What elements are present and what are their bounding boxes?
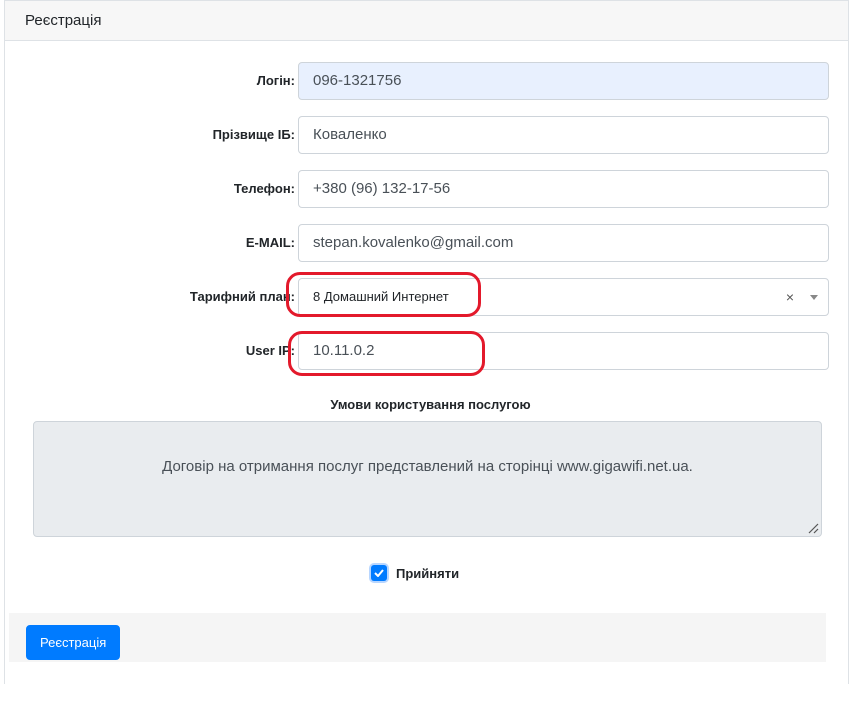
chevron-down-icon[interactable] bbox=[810, 295, 818, 300]
login-value: 096-1321756 bbox=[313, 72, 402, 89]
terms-textarea[interactable]: Договір на отримання послуг представлени… bbox=[33, 421, 822, 537]
card-header: Реєстрація bbox=[5, 0, 848, 41]
accept-checkbox[interactable] bbox=[371, 565, 387, 581]
check-icon bbox=[374, 569, 384, 577]
terms-title: Умови користування послугою bbox=[330, 397, 531, 412]
clear-icon[interactable]: × bbox=[786, 279, 794, 315]
surname-value: Коваленко bbox=[313, 126, 387, 143]
email-input[interactable]: stepan.kovalenko@gmail.com bbox=[298, 224, 829, 262]
surname-input[interactable]: Коваленко bbox=[298, 116, 829, 154]
tariff-label: Тарифний план: bbox=[189, 289, 295, 304]
card-title: Реєстрація bbox=[25, 12, 102, 29]
register-button[interactable]: Реєстрація bbox=[26, 625, 121, 660]
email-value: stepan.kovalenko@gmail.com bbox=[313, 234, 514, 251]
surname-label: Прізвище ІБ: bbox=[212, 127, 295, 142]
phone-value: +380 (96) 132-17-56 bbox=[313, 180, 451, 197]
card-footer: Реєстрація bbox=[9, 613, 826, 662]
accept-label[interactable]: Прийняти bbox=[396, 566, 459, 581]
annotation-highlight-ip bbox=[288, 331, 485, 376]
email-label: E-MAIL: bbox=[245, 235, 295, 250]
resize-handle-icon[interactable] bbox=[807, 522, 819, 534]
accept-row[interactable]: Прийняти bbox=[371, 564, 459, 582]
login-label: Логін: bbox=[256, 73, 295, 88]
phone-label: Телефон: bbox=[233, 181, 295, 196]
phone-input[interactable]: +380 (96) 132-17-56 bbox=[298, 170, 829, 208]
login-input[interactable]: 096-1321756 bbox=[298, 62, 829, 100]
annotation-highlight-tariff bbox=[286, 272, 481, 317]
terms-text: Договір на отримання послуг представлени… bbox=[162, 458, 693, 475]
